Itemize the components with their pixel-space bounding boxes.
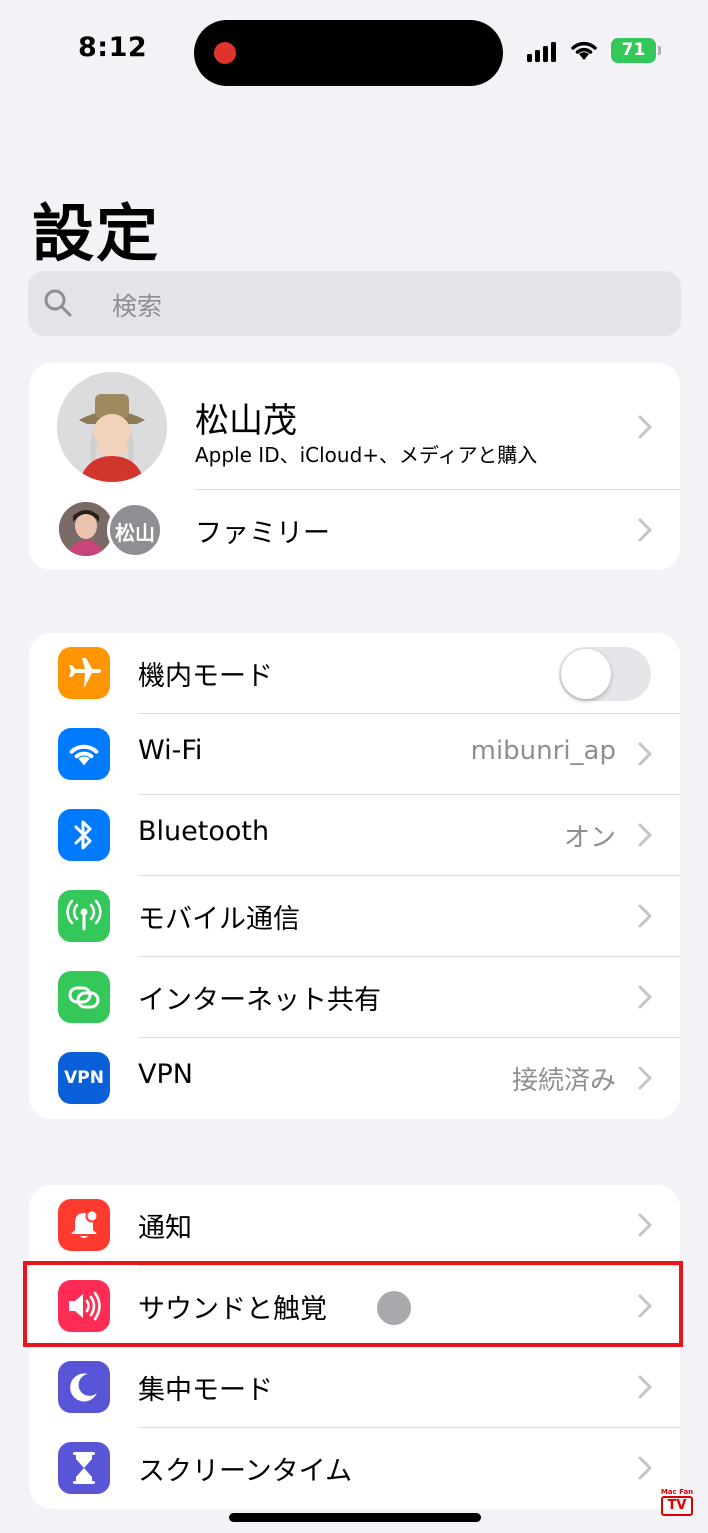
search-input[interactable]: 検索 (28, 271, 681, 336)
family-member-badge: 松山 (107, 502, 163, 558)
chevron-right-icon (638, 985, 652, 1009)
bluetooth-row[interactable]: Bluetooth オン (29, 795, 680, 876)
focus-row[interactable]: 集中モード (29, 1347, 680, 1428)
search-icon (44, 289, 72, 317)
family-row[interactable]: 松山 ファミリー (29, 490, 680, 570)
airplane-icon (58, 647, 110, 699)
notifications-group: 通知 サウンドと触覚 集中モード スクリーンタイム (29, 1185, 680, 1509)
airplane-mode-label: 機内モード (138, 661, 273, 692)
chevron-right-icon (638, 1375, 652, 1399)
chevron-right-icon (638, 1456, 652, 1480)
family-label: ファミリー (195, 518, 330, 549)
hourglass-icon (58, 1442, 110, 1494)
dynamic-island (194, 20, 503, 86)
chevron-right-icon (638, 1213, 652, 1237)
chevron-right-icon (638, 742, 652, 766)
vpn-icon: VPN (58, 1052, 110, 1104)
status-time: 8:12 (78, 32, 148, 63)
cellular-label: モバイル通信 (138, 904, 300, 935)
wifi-label: Wi-Fi (138, 735, 203, 766)
notifications-row[interactable]: 通知 (29, 1185, 680, 1266)
avatar (57, 372, 167, 482)
toggle-knob (561, 649, 611, 699)
connectivity-group: 機内モード Wi-Fi mibunri_ap Bluetooth オン モバイル… (29, 633, 680, 1119)
home-indicator[interactable] (229, 1513, 481, 1522)
profile-name: 松山茂 (195, 401, 297, 441)
chevron-right-icon (638, 1066, 652, 1090)
bluetooth-value: オン (563, 823, 616, 853)
airplane-mode-row: 機内モード (29, 633, 680, 714)
wifi-icon (58, 728, 110, 780)
focus-label: 集中モード (138, 1375, 273, 1406)
bell-icon (58, 1199, 110, 1251)
bluetooth-icon (58, 809, 110, 861)
chevron-right-icon (638, 518, 652, 542)
screen-time-label: スクリーンタイム (138, 1456, 353, 1487)
chevron-right-icon (638, 904, 652, 928)
wifi-value: mibunri_ap (470, 736, 616, 766)
watermark-top-text: Mac Fan (660, 1488, 694, 1496)
notifications-label: 通知 (138, 1213, 192, 1244)
link-icon (58, 971, 110, 1023)
page-title: 設定 (32, 197, 161, 270)
recording-indicator-icon (214, 42, 236, 64)
status-bar: 8:12 71 (0, 0, 708, 100)
touch-indicator (377, 1291, 411, 1325)
screen-time-row[interactable]: スクリーンタイム (29, 1428, 680, 1509)
antenna-icon (58, 890, 110, 942)
search-placeholder: 検索 (112, 292, 163, 321)
airplane-mode-toggle[interactable] (559, 647, 651, 701)
watermark-tv-text: TV (661, 1496, 693, 1516)
vpn-value: 接続済み (511, 1066, 616, 1096)
vpn-label: VPN (138, 1059, 193, 1090)
cellular-signal-icon (527, 40, 561, 62)
cellular-row[interactable]: モバイル通信 (29, 876, 680, 957)
chevron-right-icon (638, 823, 652, 847)
personal-hotspot-label: インターネット共有 (138, 985, 381, 1016)
bluetooth-label: Bluetooth (138, 816, 270, 847)
apple-id-row[interactable]: 松山茂 Apple ID、iCloud+、メディアと購入 (29, 363, 680, 490)
moon-icon (58, 1361, 110, 1413)
profile-group: 松山茂 Apple ID、iCloud+、メディアと購入 松山 ファミリー (29, 363, 680, 570)
watermark-logo: Mac Fan TV (659, 1488, 695, 1520)
battery-icon: 71 (611, 38, 661, 63)
chevron-right-icon (638, 415, 652, 439)
personal-hotspot-row[interactable]: インターネット共有 (29, 957, 680, 1038)
vpn-row[interactable]: VPN VPN 接続済み (29, 1038, 680, 1119)
family-member-photo (59, 502, 113, 556)
highlight-annotation-box (23, 1261, 683, 1347)
wifi-row[interactable]: Wi-Fi mibunri_ap (29, 714, 680, 795)
wifi-status-icon (571, 41, 597, 60)
profile-subtitle: Apple ID、iCloud+、メディアと購入 (195, 443, 538, 467)
